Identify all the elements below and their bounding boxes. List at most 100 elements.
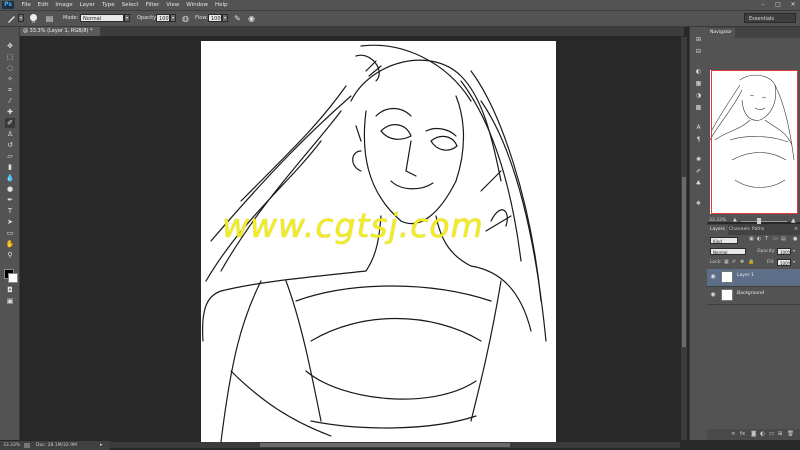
- filter-adjustment-icon[interactable]: ◐: [757, 236, 761, 242]
- tab-navigator[interactable]: Navigator: [707, 28, 736, 38]
- brush-tool-preset-icon[interactable]: [6, 13, 17, 24]
- filter-toggle-icon[interactable]: ●: [793, 236, 797, 242]
- styles-panel-icon[interactable]: ▩: [694, 103, 703, 112]
- history-panel-icon[interactable]: ⊞: [694, 35, 703, 44]
- swatches-panel-icon[interactable]: ▦: [694, 79, 703, 88]
- quick-select-icon[interactable]: ✧: [5, 74, 15, 84]
- filter-shape-icon[interactable]: ▭: [773, 236, 778, 242]
- pen-icon[interactable]: ✒: [5, 195, 15, 205]
- character-panel-icon[interactable]: A: [694, 123, 703, 132]
- opacity-dropdown-arrow[interactable]: ▾: [170, 14, 176, 22]
- panel-menu-icon[interactable]: ≡: [791, 225, 800, 235]
- menu-help[interactable]: Help: [211, 0, 231, 10]
- airbrush-icon[interactable]: ✎: [232, 13, 243, 24]
- blur-icon[interactable]: 💧: [5, 173, 15, 183]
- layer-name[interactable]: Layer 1: [737, 273, 754, 278]
- lasso-icon[interactable]: ◌: [5, 63, 15, 73]
- flow-input[interactable]: 100%: [208, 14, 225, 22]
- brush-presets-icon[interactable]: ✺: [694, 155, 703, 164]
- zoom-in-icon[interactable]: ▲: [791, 217, 796, 224]
- menu-type[interactable]: Type: [98, 0, 118, 10]
- lock-transparency-icon[interactable]: ▦: [724, 259, 729, 265]
- close-button[interactable]: ✕: [786, 0, 800, 10]
- layer-row[interactable]: ◉ Layer 1: [707, 269, 800, 287]
- delete-layer-icon[interactable]: 🗑: [787, 431, 794, 437]
- fill-input[interactable]: 100%: [777, 259, 791, 266]
- navigator-view-frame[interactable]: [711, 70, 798, 214]
- pressure-size-icon[interactable]: ◉: [246, 13, 257, 24]
- brush-panel-icon[interactable]: ▤: [44, 13, 55, 24]
- brush-icon[interactable]: ✐: [5, 118, 15, 128]
- tool-preset-dropdown[interactable]: ▾: [18, 14, 24, 22]
- new-adjustment-icon[interactable]: ◐: [760, 431, 765, 437]
- layer-opacity-arrow[interactable]: ▾: [793, 248, 795, 253]
- marquee-icon[interactable]: ⬚: [5, 52, 15, 62]
- lock-all-icon[interactable]: 🔒: [748, 259, 754, 265]
- shape-icon[interactable]: ▭: [5, 228, 15, 238]
- layer-visibility-eye-icon[interactable]: ◉: [709, 291, 717, 299]
- lock-position-icon[interactable]: ✥: [740, 259, 744, 265]
- menu-image[interactable]: Image: [52, 0, 76, 10]
- status-menu-arrow-icon[interactable]: ▸: [100, 441, 103, 450]
- new-layer-icon[interactable]: ⊞: [778, 431, 783, 437]
- background-color-swatch[interactable]: [8, 273, 18, 283]
- status-zoom[interactable]: 33.33%: [3, 441, 20, 450]
- fill-arrow[interactable]: ▾: [793, 259, 795, 264]
- paragraph-panel-icon[interactable]: ¶: [694, 135, 703, 144]
- maximize-button[interactable]: □: [771, 0, 785, 10]
- quick-mask-icon[interactable]: ◘: [5, 285, 15, 295]
- layer-comps-icon[interactable]: ❖: [694, 199, 703, 208]
- gradient-icon[interactable]: ▮: [5, 162, 15, 172]
- tab-layers[interactable]: Layers: [707, 225, 728, 235]
- layer-opacity-input[interactable]: 100%: [777, 248, 791, 255]
- add-mask-icon[interactable]: ◙: [751, 431, 756, 437]
- horizontal-scrollbar[interactable]: [110, 442, 680, 448]
- properties-panel-icon[interactable]: ⊟: [694, 47, 703, 56]
- healing-icon[interactable]: ✚: [5, 107, 15, 117]
- type-icon[interactable]: T: [5, 206, 15, 216]
- navigator-zoom-value[interactable]: 33.33%: [709, 218, 726, 223]
- layer-name[interactable]: Background: [737, 291, 764, 296]
- menu-file[interactable]: File: [18, 0, 34, 10]
- menu-view[interactable]: View: [163, 0, 183, 10]
- link-layers-icon[interactable]: ∞: [731, 431, 736, 437]
- layer-row[interactable]: ◉ Background: [707, 287, 800, 305]
- vertical-scrollbar[interactable]: [681, 37, 687, 440]
- blend-mode-select[interactable]: Normal: [710, 248, 746, 255]
- brush-panel-icon-strip[interactable]: ✐: [694, 167, 703, 176]
- mode-select[interactable]: Normal: [80, 14, 124, 22]
- lock-pixels-icon[interactable]: ✐: [732, 259, 736, 265]
- hand-icon[interactable]: ✋: [5, 239, 15, 249]
- vertical-scroll-thumb[interactable]: [682, 177, 686, 347]
- eyedropper-icon[interactable]: ⁄: [5, 96, 15, 106]
- horizontal-scroll-thumb[interactable]: [260, 443, 510, 447]
- crop-icon[interactable]: ⌗: [5, 85, 15, 95]
- menu-window[interactable]: Window: [183, 0, 212, 10]
- zoom-icon[interactable]: ⚲: [5, 250, 15, 260]
- menu-layer[interactable]: Layer: [76, 0, 98, 10]
- zoom-out-icon[interactable]: ▲: [733, 217, 737, 223]
- layer-filter-select[interactable]: Kind: [710, 237, 738, 244]
- menu-select[interactable]: Select: [118, 0, 142, 10]
- screen-mode-icon[interactable]: ▣: [5, 296, 15, 306]
- dodge-icon[interactable]: ●: [5, 184, 15, 194]
- new-group-icon[interactable]: ▭: [769, 431, 774, 437]
- flow-dropdown-arrow[interactable]: ▾: [222, 14, 228, 22]
- mode-dropdown-arrow[interactable]: ▾: [124, 14, 130, 22]
- layer-style-icon[interactable]: fx: [740, 431, 745, 437]
- eraser-icon[interactable]: ▱: [5, 151, 15, 161]
- filter-pixel-icon[interactable]: ▣: [749, 236, 754, 242]
- zoom-slider[interactable]: [741, 221, 787, 222]
- filter-smart-icon[interactable]: ▤: [781, 236, 786, 242]
- move-icon[interactable]: ✥: [5, 41, 15, 51]
- pressure-opacity-icon[interactable]: ◍: [180, 13, 191, 24]
- path-select-icon[interactable]: ➤: [5, 217, 15, 227]
- filter-type-icon[interactable]: T: [765, 236, 768, 242]
- clone-stamp-icon[interactable]: ♙: [5, 129, 15, 139]
- document-tab[interactable]: @ 33.3% (Layer 1, RGB/8) *: [20, 27, 100, 36]
- workspace-select[interactable]: Essentials: [744, 13, 796, 23]
- opacity-input[interactable]: 100%: [156, 14, 173, 22]
- menu-edit[interactable]: Edit: [34, 0, 52, 10]
- minimize-button[interactable]: –: [756, 0, 770, 10]
- layer-visibility-eye-icon[interactable]: ◉: [709, 273, 717, 281]
